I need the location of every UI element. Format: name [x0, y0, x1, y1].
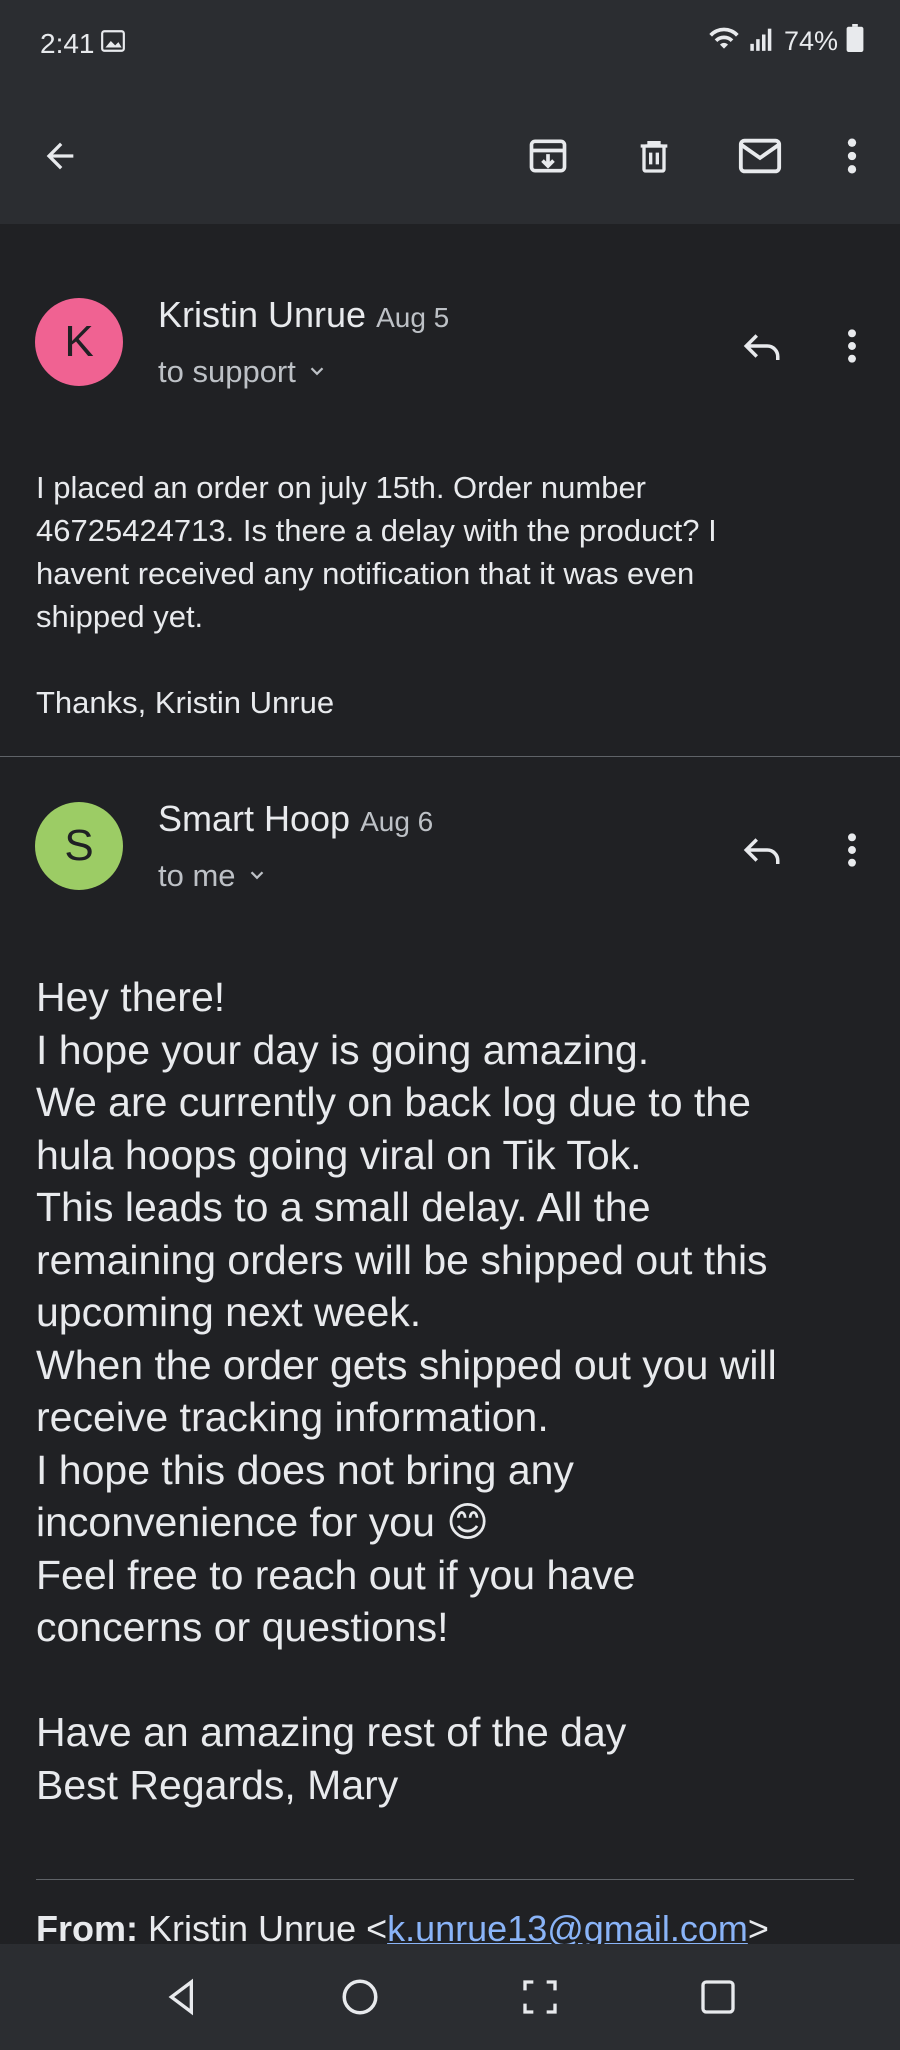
sender-name: Smart Hoop [158, 798, 351, 839]
nav-screenshot-icon[interactable] [512, 1969, 568, 2025]
chevron-down-icon [246, 858, 268, 894]
from-label: From: [36, 1908, 138, 1949]
sender-header: Smart Hoop Aug 6 [158, 798, 433, 840]
message-smart-hoop: S Smart Hoop Aug 6 to me Hey there! I hop… [0, 757, 900, 1877]
navigation-bar [0, 1944, 900, 2050]
app-bar [0, 88, 900, 224]
message-date: Aug 5 [376, 302, 450, 333]
message-body: I placed an order on july 15th. Order nu… [36, 470, 717, 720]
avatar[interactable]: K [35, 298, 123, 386]
quote-divider [36, 1879, 854, 1880]
nav-back-icon[interactable] [155, 1969, 211, 2025]
recipient-toggle[interactable]: to me [158, 858, 268, 894]
mark-unread-icon[interactable] [728, 126, 792, 186]
more-vert-icon[interactable] [832, 126, 872, 186]
status-bar: 2:41 74% [0, 0, 900, 88]
image-icon [100, 28, 126, 54]
recipient-label: to support [158, 354, 296, 389]
chevron-down-icon [306, 354, 328, 390]
message-kristin: K Kristin Unrue Aug 5 to support I placed… [0, 224, 900, 756]
battery-icon [846, 24, 864, 59]
battery-percent: 74% [783, 26, 838, 56]
nav-recents-icon[interactable] [690, 1969, 746, 2025]
wifi-icon [708, 24, 740, 59]
sender-name: Kristin Unrue [158, 294, 367, 335]
message-date: Aug 6 [360, 806, 434, 837]
recipient-toggle[interactable]: to support [158, 354, 328, 390]
back-arrow-icon[interactable] [30, 126, 90, 186]
recipient-label: to me [158, 858, 236, 893]
signal-icon [748, 25, 776, 58]
sender-header: Kristin Unrue Aug 5 [158, 294, 449, 336]
nav-home-icon[interactable] [332, 1969, 388, 2025]
from-close: > [747, 1908, 769, 1949]
reply-icon[interactable] [734, 318, 790, 374]
delete-icon[interactable] [624, 126, 684, 186]
from-email-link[interactable]: k.unrue13@gmail.com [387, 1908, 748, 1949]
avatar[interactable]: S [35, 802, 123, 890]
more-vert-icon[interactable] [832, 318, 872, 374]
reply-icon[interactable] [734, 822, 790, 878]
more-vert-icon[interactable] [832, 822, 872, 878]
archive-icon[interactable] [518, 126, 578, 186]
from-name: Kristin Unrue < [148, 1908, 388, 1949]
status-time: 2:41 [40, 28, 95, 59]
message-body: Hey there! I hope your day is going amaz… [36, 974, 777, 1808]
